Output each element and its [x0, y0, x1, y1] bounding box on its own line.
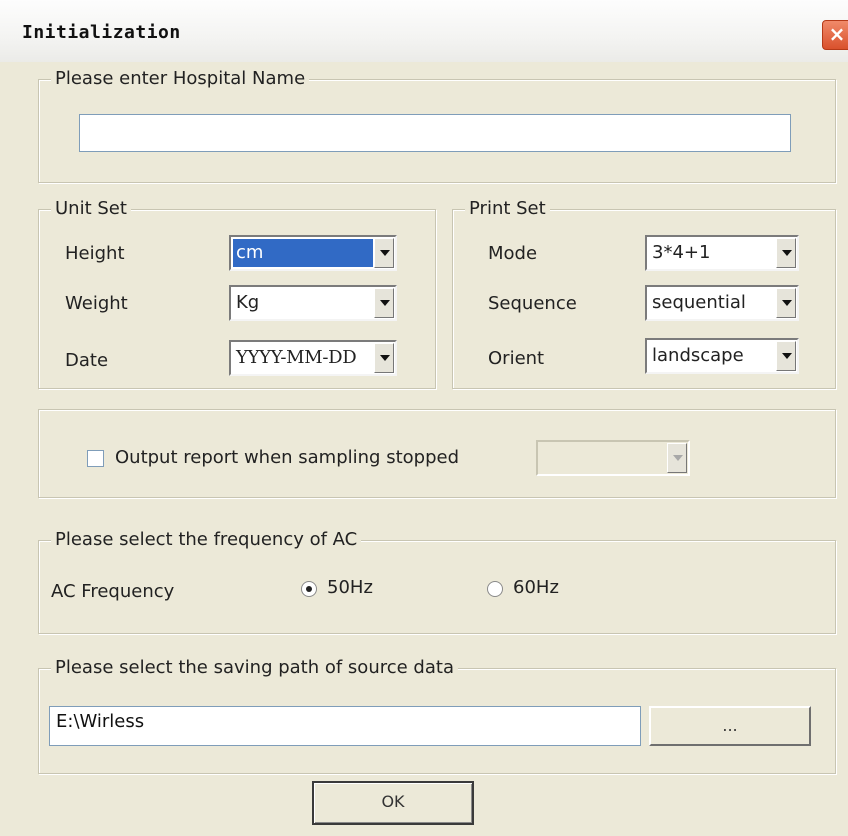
- close-button[interactable]: ×: [822, 20, 848, 50]
- chevron-down-icon[interactable]: [776, 288, 796, 318]
- output-report-checkbox[interactable]: [87, 450, 104, 467]
- chevron-down-icon[interactable]: [374, 238, 394, 268]
- saving-path-legend: Please select the saving path of source …: [51, 657, 458, 679]
- weight-select[interactable]: Kg: [229, 285, 397, 321]
- orient-select-value: landscape: [652, 345, 744, 366]
- unit-set-legend: Unit Set: [51, 198, 131, 220]
- chevron-down-icon[interactable]: [374, 343, 394, 373]
- chevron-down-icon[interactable]: [776, 238, 796, 268]
- height-select[interactable]: cm: [229, 235, 397, 271]
- height-select-value: cm: [233, 239, 373, 267]
- hospital-name-legend: Please enter Hospital Name: [51, 68, 310, 90]
- sequence-label: Sequence: [488, 293, 577, 314]
- radio-50hz-label[interactable]: 50Hz: [327, 577, 373, 598]
- output-report-select-value: [540, 444, 666, 472]
- chevron-down-icon[interactable]: [667, 443, 687, 473]
- orient-label: Orient: [488, 348, 545, 369]
- orient-select[interactable]: landscape: [645, 338, 799, 374]
- radio-60hz-label[interactable]: 60Hz: [513, 577, 559, 598]
- mode-label: Mode: [488, 243, 538, 264]
- ac-frequency-label: AC Frequency: [51, 581, 175, 602]
- window-title: Initialization: [22, 22, 181, 43]
- sequence-select[interactable]: sequential: [645, 285, 799, 321]
- dialog-body: Please enter Hospital Name Unit Set Heig…: [0, 62, 848, 836]
- output-report-group: Output report when sampling stopped: [38, 409, 836, 498]
- hospital-name-input[interactable]: [79, 114, 791, 152]
- hospital-name-group: Please enter Hospital Name: [38, 68, 836, 183]
- radio-50hz[interactable]: [301, 581, 317, 597]
- weight-select-value: Kg: [236, 292, 260, 313]
- mode-select-value: 3*4+1: [652, 242, 711, 263]
- date-label: Date: [65, 350, 109, 371]
- unit-set-group: Unit Set Height cm Weight Kg Date YYYY-M…: [38, 198, 436, 389]
- output-report-select[interactable]: [536, 440, 690, 476]
- weight-label: Weight: [65, 293, 128, 314]
- ac-frequency-legend: Please select the frequency of AC: [51, 529, 362, 551]
- ac-frequency-group: Please select the frequency of AC AC Fre…: [38, 529, 836, 634]
- height-label: Height: [65, 243, 125, 264]
- saving-path-input[interactable]: E:\Wirless: [49, 706, 641, 746]
- radio-60hz[interactable]: [487, 581, 503, 597]
- ok-button[interactable]: OK: [312, 781, 474, 825]
- mode-select[interactable]: 3*4+1: [645, 235, 799, 271]
- sequence-select-value: sequential: [652, 292, 746, 313]
- date-format-select-value: YYYY-MM-DD: [236, 347, 357, 368]
- browse-button[interactable]: ...: [649, 706, 811, 746]
- chevron-down-icon[interactable]: [776, 341, 796, 371]
- print-set-group: Print Set Mode 3*4+1 Sequence sequential…: [452, 198, 836, 389]
- date-format-select[interactable]: YYYY-MM-DD: [229, 340, 397, 376]
- chevron-down-icon[interactable]: [374, 288, 394, 318]
- saving-path-group: Please select the saving path of source …: [38, 657, 836, 774]
- close-icon: ×: [828, 22, 846, 46]
- title-bar: Initialization ×: [0, 0, 848, 63]
- output-report-label[interactable]: Output report when sampling stopped: [115, 447, 459, 468]
- print-set-legend: Print Set: [465, 198, 550, 220]
